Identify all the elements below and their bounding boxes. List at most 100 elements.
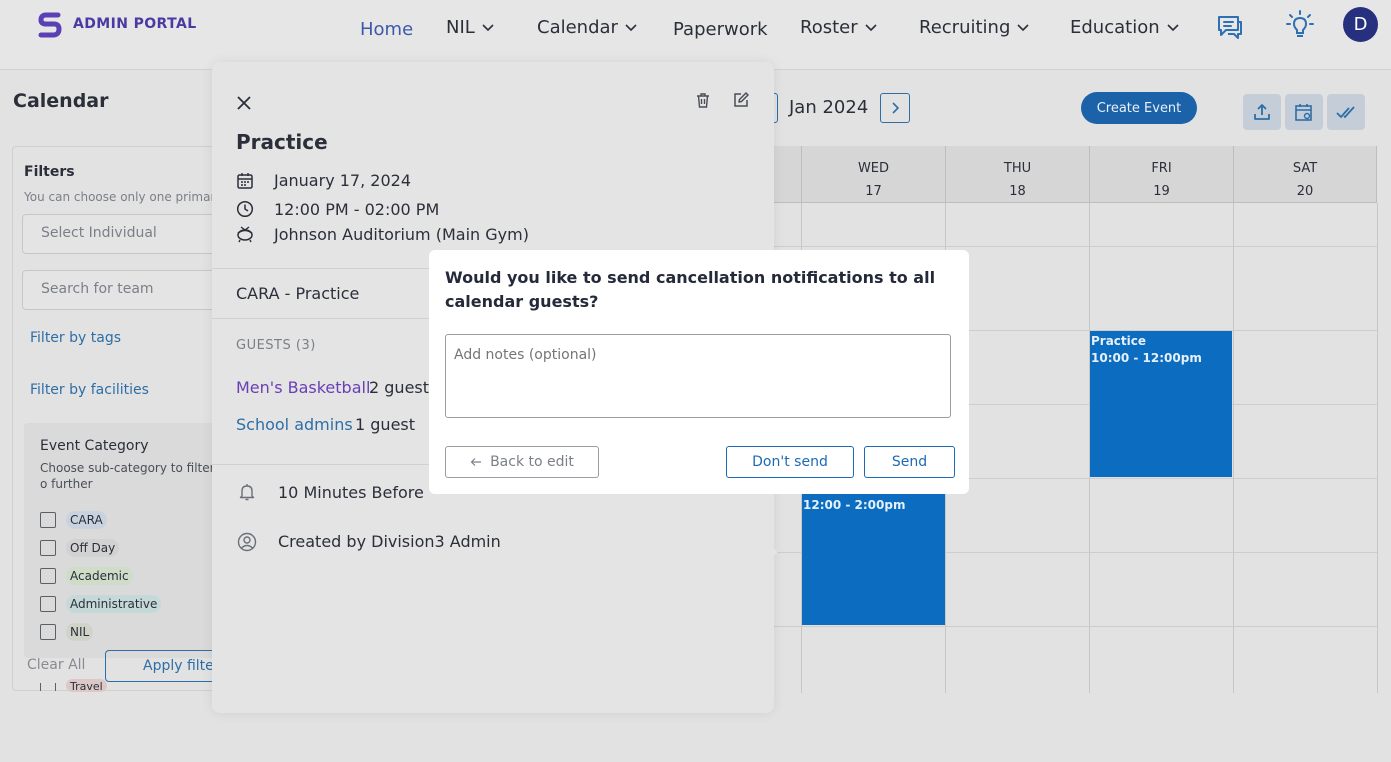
grid-line bbox=[773, 626, 1377, 627]
checkbox-nil[interactable] bbox=[40, 624, 56, 640]
nav-recruiting-label: Recruiting bbox=[919, 17, 1011, 38]
logo-icon[interactable] bbox=[38, 12, 62, 38]
filters-title: Filters bbox=[24, 164, 75, 180]
day-header-date: 17 bbox=[865, 184, 882, 199]
event-category-subtitle: Choose sub-category to filter o further bbox=[40, 461, 215, 491]
day-header-date: 20 bbox=[1296, 184, 1314, 199]
event-date: January 17, 2024 bbox=[274, 171, 411, 190]
clock-icon bbox=[236, 200, 254, 218]
avatar[interactable]: D bbox=[1343, 7, 1378, 42]
bell-icon bbox=[238, 483, 256, 501]
user-circle-icon bbox=[237, 532, 257, 552]
dont-send-button[interactable]: Don't send bbox=[726, 446, 854, 478]
day-header-dow: WED bbox=[857, 161, 890, 176]
checkbox-off-day[interactable] bbox=[40, 540, 56, 556]
lightbulb-icon[interactable] bbox=[1286, 10, 1314, 40]
logo-text[interactable]: ADMIN PORTAL bbox=[73, 16, 197, 32]
event-team: CARA - Practice bbox=[236, 284, 360, 303]
calendar-settings-button[interactable] bbox=[1285, 94, 1323, 130]
grid-line bbox=[1233, 203, 1234, 693]
category-chip-cara: CARA bbox=[66, 511, 107, 529]
dialog-question: Would you like to send cancellation noti… bbox=[445, 268, 936, 311]
location-icon bbox=[236, 225, 254, 243]
page-title: Calendar bbox=[13, 90, 109, 112]
event-reminder: 10 Minutes Before bbox=[278, 483, 424, 502]
nav-roster[interactable]: Roster bbox=[800, 17, 877, 38]
nav-paperwork-label: Paperwork bbox=[673, 19, 768, 40]
day-header-fri: FRI 19 bbox=[1089, 146, 1233, 203]
nav-education[interactable]: Education bbox=[1070, 17, 1179, 38]
nav-calendar-label: Calendar bbox=[537, 17, 618, 38]
category-chip-administrative: Administrative bbox=[66, 595, 162, 613]
select-individual[interactable]: Select Individual bbox=[22, 214, 222, 254]
category-chip-travel: Travel bbox=[66, 679, 107, 692]
event-location: Johnson Auditorium (Main Gym) bbox=[274, 225, 529, 244]
checkbox-cara[interactable] bbox=[40, 512, 56, 528]
chevron-down-icon bbox=[865, 23, 877, 31]
search-team-input[interactable]: Search for team bbox=[22, 270, 222, 310]
upload-icon bbox=[1254, 104, 1270, 120]
clear-all-button[interactable]: Clear All bbox=[27, 657, 85, 673]
category-chip-off-day: Off Day bbox=[66, 539, 120, 557]
chat-icon[interactable] bbox=[1216, 13, 1244, 41]
guest-group-mens-basketball[interactable]: Men's Basketball bbox=[236, 378, 370, 397]
checkbox-academic[interactable] bbox=[40, 568, 56, 584]
day-header-wed: WED 17 bbox=[801, 146, 945, 203]
guest-count: 1 guest bbox=[355, 415, 416, 434]
edit-event-button[interactable] bbox=[732, 91, 750, 109]
panel-pointer bbox=[764, 540, 778, 564]
nav-calendar[interactable]: Calendar bbox=[537, 17, 637, 38]
day-header-thu: THU 18 bbox=[945, 146, 1089, 203]
double-check-icon bbox=[1336, 106, 1355, 119]
close-icon bbox=[237, 96, 251, 110]
event-title: Practice bbox=[1091, 334, 1147, 348]
day-header-date: 18 bbox=[1009, 184, 1026, 199]
filters-hint: You can choose only one primary f bbox=[24, 190, 214, 204]
category-chip-academic: Academic bbox=[66, 567, 133, 585]
create-event-button[interactable]: Create Event bbox=[1081, 92, 1197, 124]
nav-nil[interactable]: NIL bbox=[446, 17, 494, 38]
event-time: 10:00 - 12:00pm bbox=[1091, 351, 1202, 365]
filter-by-facilities-link[interactable]: Filter by facilities bbox=[30, 382, 149, 398]
export-button[interactable] bbox=[1243, 94, 1281, 130]
chevron-down-icon bbox=[625, 23, 637, 31]
current-month-label: Jan 2024 bbox=[789, 97, 869, 118]
grid-line bbox=[773, 246, 1377, 247]
next-week-button[interactable] bbox=[880, 93, 910, 123]
grid-line bbox=[1377, 203, 1378, 693]
back-to-edit-button[interactable]: Back to edit bbox=[445, 446, 599, 478]
back-to-edit-label: Back to edit bbox=[490, 454, 574, 470]
nav-home-label: Home bbox=[360, 19, 414, 40]
checkbox-travel[interactable] bbox=[40, 683, 56, 691]
day-header-sat: SAT 20 bbox=[1233, 146, 1377, 203]
edit-icon bbox=[734, 92, 749, 107]
chevron-down-icon bbox=[1017, 23, 1029, 31]
send-button[interactable]: Send bbox=[864, 446, 955, 478]
day-header-dow: SAT bbox=[1292, 161, 1318, 176]
delete-event-button[interactable] bbox=[695, 92, 711, 109]
event-category-title: Event Category bbox=[40, 438, 149, 454]
arrow-left-icon bbox=[470, 458, 482, 466]
event-created-by: Created by Division3 Admin bbox=[278, 532, 501, 551]
mark-done-button[interactable] bbox=[1327, 94, 1365, 130]
event-title: Practice bbox=[236, 130, 328, 154]
calendar-header-fill bbox=[773, 146, 801, 203]
chevron-down-icon bbox=[1167, 23, 1179, 31]
filter-by-tags-link[interactable]: Filter by tags bbox=[30, 330, 121, 346]
nav-home[interactable]: Home bbox=[360, 19, 413, 40]
notes-textarea[interactable] bbox=[445, 334, 951, 418]
trash-icon bbox=[697, 93, 709, 108]
day-header-date: 19 bbox=[1153, 184, 1170, 199]
calendar-event-fri[interactable]: Practice 10:00 - 12:00pm bbox=[1090, 331, 1232, 477]
chevron-right-icon bbox=[892, 102, 899, 114]
close-panel-button[interactable] bbox=[237, 96, 251, 110]
day-header-dow: THU bbox=[1003, 161, 1032, 176]
guests-header: GUESTS (3) bbox=[236, 338, 316, 353]
event-time: 12:00 PM - 02:00 PM bbox=[274, 200, 440, 219]
guest-group-school-admins[interactable]: School admins bbox=[236, 415, 353, 434]
calendar-event-wed[interactable]: 12:00 - 2:00pm bbox=[802, 478, 945, 625]
nav-recruiting[interactable]: Recruiting bbox=[919, 17, 1029, 38]
nav-paperwork[interactable]: Paperwork bbox=[673, 19, 768, 40]
checkbox-administrative[interactable] bbox=[40, 596, 56, 612]
nav-nil-label: NIL bbox=[446, 17, 475, 38]
